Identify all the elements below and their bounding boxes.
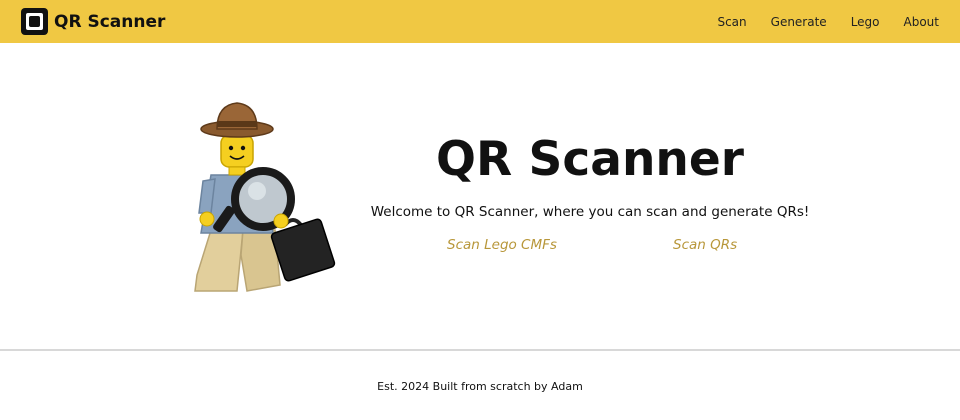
nav-link-scan[interactable]: Scan: [717, 15, 746, 29]
hero-subtitle: Welcome to QR Scanner, where you can sca…: [370, 204, 810, 220]
minifig-legs: [194, 229, 281, 292]
qr-logo-icon: [21, 8, 48, 35]
scan-lego-cmfs-link[interactable]: Scan Lego CMFs: [447, 237, 557, 253]
nav-link-lego[interactable]: Lego: [851, 15, 880, 29]
brand-name: QR Scanner: [54, 11, 166, 32]
scan-qrs-link[interactable]: Scan QRs: [673, 237, 737, 253]
navbar: QR Scanner Scan Generate Lego About: [0, 0, 960, 43]
footer-divider: [0, 349, 960, 351]
footer-text: Est. 2024 Built from scratch by Adam: [377, 380, 583, 393]
minifig-fedora: [200, 102, 274, 138]
lego-explorer-image: [194, 102, 336, 292]
hero-title: QR Scanner: [436, 132, 744, 187]
nav-links: Scan Generate Lego About: [693, 0, 939, 43]
minifig-head: [220, 134, 254, 176]
brand-link[interactable]: QR Scanner: [21, 8, 165, 35]
nav-link-generate[interactable]: Generate: [771, 15, 827, 29]
nav-link-about[interactable]: About: [904, 15, 939, 29]
